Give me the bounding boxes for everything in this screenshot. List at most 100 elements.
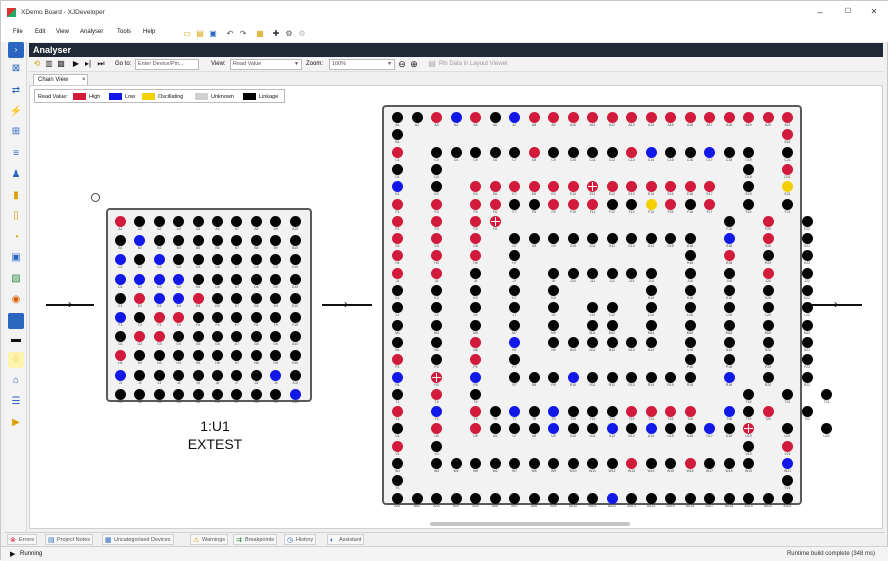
u1-pin[interactable] — [134, 273, 146, 285]
u1-pin[interactable] — [289, 331, 301, 343]
u2-pin[interactable] — [762, 354, 774, 366]
u2-pin[interactable] — [626, 233, 637, 245]
u2-pin[interactable] — [645, 285, 657, 296]
u2-pin[interactable] — [450, 146, 462, 158]
menu-edit[interactable]: Edit — [35, 29, 45, 35]
u2-pin[interactable] — [567, 233, 579, 245]
build-icon[interactable]: ▦ — [255, 29, 265, 39]
u2-pin[interactable] — [470, 250, 481, 262]
new-file-icon[interactable]: ▭ — [182, 29, 192, 39]
u2-pin[interactable] — [509, 458, 520, 469]
u2-pin[interactable] — [470, 371, 481, 383]
u1-pin[interactable] — [192, 216, 204, 227]
menu-file[interactable]: File — [13, 29, 23, 35]
u1-pin[interactable] — [173, 350, 185, 362]
u2-pin[interactable] — [489, 423, 501, 435]
u2-pin[interactable] — [626, 336, 637, 348]
u2-pin[interactable] — [723, 458, 735, 469]
u2-pin[interactable] — [392, 371, 403, 383]
u2-pin[interactable] — [392, 198, 403, 210]
u2-pin[interactable] — [587, 458, 598, 469]
sidebar-image-icon[interactable]: ▨ — [8, 271, 24, 287]
u2-pin[interactable] — [782, 458, 793, 469]
sidebar-analyser-active-icon[interactable]: ■ — [8, 313, 24, 329]
u1-pin[interactable] — [270, 273, 282, 285]
u1-pin[interactable] — [212, 273, 223, 285]
u2-pin[interactable] — [645, 198, 657, 210]
u2-pin[interactable] — [684, 336, 696, 348]
u2-pin[interactable] — [587, 492, 598, 504]
u2-pin[interactable] — [704, 181, 715, 193]
u1-pin[interactable] — [212, 216, 223, 227]
u2-pin[interactable] — [470, 388, 481, 400]
u2-pin[interactable] — [548, 302, 559, 314]
u2-pin[interactable] — [743, 198, 754, 210]
u1-pin[interactable] — [289, 350, 301, 362]
u2-pin[interactable] — [782, 129, 793, 141]
u2-pin[interactable] — [470, 458, 481, 469]
u2-pin[interactable] — [587, 423, 598, 435]
u2-pin[interactable] — [801, 336, 813, 348]
u2-pin[interactable] — [567, 371, 579, 383]
tab-breakpoints[interactable]: ⇉ Breakpoints — [233, 534, 278, 545]
u1-pin[interactable] — [173, 235, 185, 247]
u2-pin[interactable] — [665, 371, 676, 383]
u2-pin[interactable] — [431, 458, 442, 469]
u2-pin[interactable] — [645, 406, 657, 418]
u2-pin[interactable] — [392, 492, 403, 504]
u2-pin[interactable] — [431, 163, 442, 175]
u2-pin[interactable] — [431, 267, 442, 279]
u2-pin[interactable] — [606, 302, 618, 314]
u2-pin[interactable] — [723, 233, 735, 245]
u2-pin[interactable] — [704, 146, 715, 158]
u2-pin[interactable] — [801, 250, 813, 262]
u2-pin[interactable] — [743, 163, 754, 175]
zoom-in-icon[interactable]: ⊕ — [409, 59, 419, 69]
sidebar-home-icon[interactable]: ⌂ — [8, 373, 24, 389]
u2-pin[interactable] — [470, 302, 481, 314]
u2-pin[interactable] — [645, 319, 657, 331]
u2-pin[interactable] — [782, 440, 793, 452]
u1-pin[interactable] — [289, 312, 301, 323]
u1-pin[interactable] — [250, 369, 262, 381]
u1-pin[interactable] — [173, 254, 185, 266]
u2-pin[interactable] — [606, 492, 618, 504]
u2-pin[interactable] — [509, 181, 520, 193]
u1-pin[interactable] — [231, 350, 243, 362]
u1-pin[interactable] — [289, 254, 301, 266]
sidebar-chain-icon[interactable]: ≡ — [8, 146, 24, 162]
u2-pin[interactable] — [801, 319, 813, 331]
u2-pin[interactable] — [665, 198, 676, 210]
sidebar-signal-icon[interactable]: ⚡ — [8, 104, 24, 120]
menu-tools[interactable]: Tools — [117, 29, 131, 35]
u2-pin[interactable] — [684, 371, 696, 383]
u1-pin[interactable] — [115, 273, 126, 285]
u2-pin[interactable] — [704, 492, 715, 504]
u1-pin[interactable] — [115, 331, 126, 343]
u2-pin[interactable] — [684, 112, 696, 123]
u2-pin[interactable] — [548, 458, 559, 469]
device-u2[interactable]: A1 A2 A3 A4 A5 A6 A7 A8 A9 A10 A11 A12 A13 A14 A15 A16 A… — [382, 105, 832, 508]
u2-pin[interactable] — [548, 285, 559, 296]
u2-pin[interactable] — [684, 146, 696, 158]
u2-pin[interactable] — [509, 371, 520, 383]
zoom-out-icon[interactable]: ⊖ — [397, 59, 407, 69]
u2-pin[interactable] — [567, 198, 579, 210]
tab-uncategorised-devices[interactable]: ▦ Uncategorised Devices — [102, 534, 174, 545]
u2-pin[interactable] — [509, 302, 520, 314]
u2-pin[interactable] — [645, 458, 657, 469]
u2-pin[interactable] — [684, 198, 696, 210]
u2-pin[interactable] — [548, 146, 559, 158]
u2-pin[interactable] — [489, 146, 501, 158]
u1-pin[interactable] — [231, 273, 243, 285]
u1-pin[interactable] — [153, 235, 165, 247]
chain-connect-icon[interactable]: ⟲ — [32, 59, 42, 69]
u2-pin[interactable] — [567, 112, 579, 123]
u2-pin[interactable] — [587, 146, 598, 158]
u2-pin[interactable] — [567, 492, 579, 504]
u2-pin[interactable] — [762, 267, 774, 279]
u2-pin[interactable] — [645, 371, 657, 383]
u2-pin[interactable] — [431, 302, 442, 314]
u1-pin[interactable] — [212, 254, 223, 266]
u2-pin[interactable] — [626, 458, 637, 469]
